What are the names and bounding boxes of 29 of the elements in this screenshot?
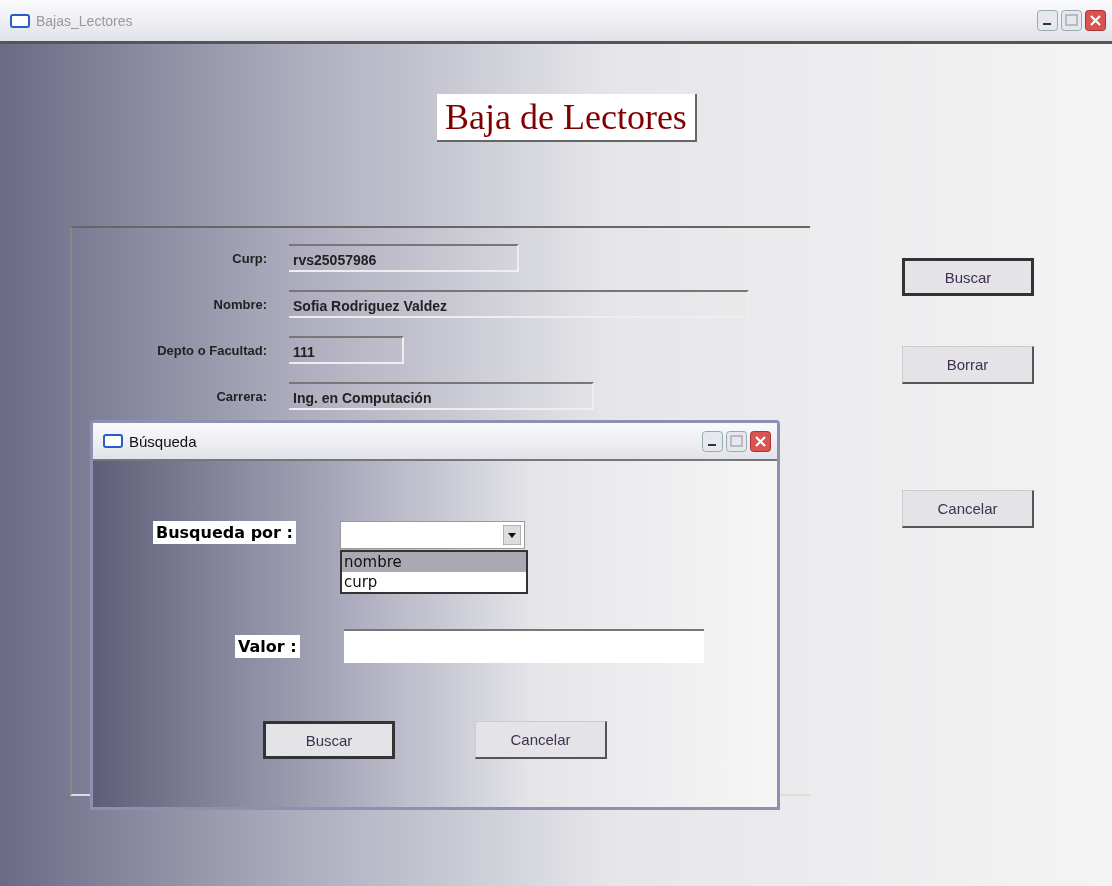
minimize-icon[interactable] [702,430,723,452]
search-button[interactable]: Buscar [902,258,1034,296]
window-icon [10,13,30,28]
cancel-button[interactable]: Cancelar [902,490,1034,528]
dialog-title: Búsqueda [129,432,198,450]
window-title: Bajas_Lectores [36,12,134,29]
delete-button[interactable]: Borrar [902,346,1034,384]
dropdown-option[interactable]: curp [341,572,526,592]
value-label: Valor : [235,634,300,658]
field-value: Sofia Rodriguez Valdez [289,290,749,318]
field-value: Ing. en Computación [289,382,594,410]
close-icon[interactable] [750,430,771,452]
value-field[interactable] [343,629,704,663]
field-label: Depto o Facultad: [156,342,267,358]
cancel-button[interactable]: Cancelar [475,721,607,759]
form-heading: Baja de Lectores [437,94,697,142]
close-icon[interactable] [1085,10,1106,31]
dropdown-option[interactable]: nombre [341,552,526,572]
caret-icon [502,525,521,545]
field-label: Carrera: [215,388,267,404]
window-icon [103,434,123,448]
field-label: Nombre: [212,296,267,312]
minimize-icon[interactable] [1037,10,1058,31]
field-label: Curp: [231,250,267,266]
field-value: rvs25057986 [289,244,519,272]
search-button[interactable]: Buscar [263,721,395,759]
field-value: 111 [289,336,404,364]
search-by-dropdown[interactable] [339,521,525,549]
search-by-label: Busqueda por : [153,521,296,544]
